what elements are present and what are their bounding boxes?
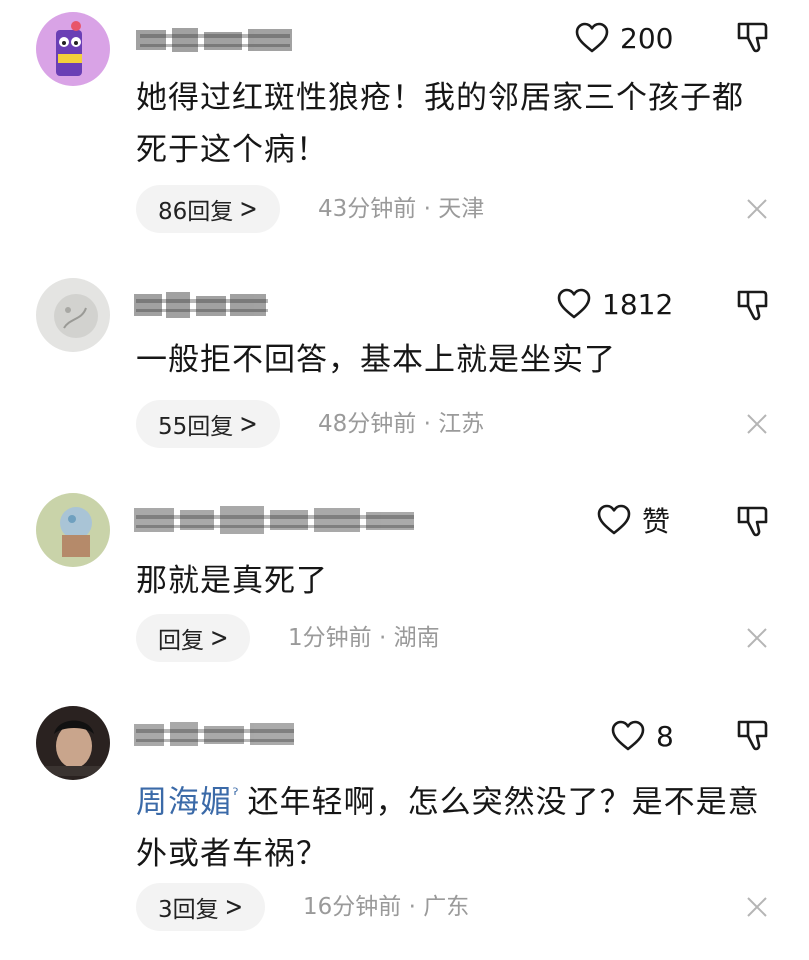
avatar[interactable] <box>36 12 110 86</box>
thumbs-down-outline-icon[interactable] <box>735 20 771 56</box>
like-button[interactable]: 8 <box>610 716 674 756</box>
heart-outline-icon <box>575 22 609 53</box>
comment-meta: 1分钟前 · 湖南 <box>288 614 440 662</box>
comment-location: 广东 <box>423 894 470 920</box>
username-blurred[interactable] <box>130 20 430 60</box>
mention-link[interactable]: 周海媚 <box>136 784 232 820</box>
like-count: 200 <box>620 21 674 55</box>
heart-outline-icon <box>611 720 645 751</box>
comment-meta: 48分钟前 · 江苏 <box>318 400 484 448</box>
like-count: 1812 <box>602 287 674 321</box>
location-pin-icon: ˀ <box>232 785 240 806</box>
replies-label: 3回复 <box>158 897 219 923</box>
heart-outline-icon <box>597 504 631 535</box>
meta-separator: · <box>423 411 431 437</box>
comment-text: 一般拒不回答，基本上就是坐实了 <box>136 342 616 378</box>
like-count: 8 <box>656 719 674 753</box>
replies-label: 86回复 <box>158 199 234 225</box>
meta-separator: · <box>408 894 416 920</box>
close-icon[interactable] <box>744 196 770 222</box>
avatar[interactable] <box>36 493 110 567</box>
thumbs-down-outline-icon[interactable] <box>735 504 771 540</box>
comment-text: 她得过红斑性狼疮！我的邻居家三个孩子都死于这个病！ <box>136 80 744 168</box>
comment-meta: 16分钟前 · 广东 <box>303 883 469 931</box>
replies-button[interactable]: 86回复 > <box>136 185 280 233</box>
username-blurred[interactable] <box>130 714 430 754</box>
like-count: 赞 <box>642 505 671 538</box>
replies-label: 55回复 <box>158 414 234 440</box>
thumbs-down-outline-icon[interactable] <box>735 718 771 754</box>
like-button[interactable]: 200 <box>574 18 673 58</box>
chevron-right-icon: > <box>239 194 258 224</box>
avatar[interactable] <box>36 278 110 352</box>
chevron-right-icon: > <box>210 623 229 653</box>
comment-text: 那就是真死了 <box>136 563 328 599</box>
comment-time: 43分钟前 <box>318 196 417 222</box>
comment-location: 湖南 <box>393 625 440 651</box>
thumbs-down-outline-icon[interactable] <box>735 288 771 324</box>
replies-button[interactable]: 3回复 > <box>136 883 266 931</box>
avatar[interactable] <box>36 706 110 780</box>
like-button[interactable]: 1812 <box>556 284 673 324</box>
comment-location: 江苏 <box>438 411 485 437</box>
comment-time: 1分钟前 <box>288 625 372 651</box>
comment-meta: 43分钟前 · 天津 <box>318 185 484 233</box>
meta-separator: · <box>378 625 387 651</box>
like-button[interactable]: 赞 <box>596 500 670 540</box>
close-icon[interactable] <box>744 894 770 920</box>
heart-outline-icon <box>557 288 591 319</box>
replies-button[interactable]: 55回复 > <box>136 400 280 448</box>
username-blurred[interactable] <box>130 500 430 540</box>
comment-text: 周海媚ˀ 还年轻啊，怎么突然没了？是不是意外或者车祸？ <box>136 770 766 880</box>
username-blurred[interactable] <box>130 284 430 324</box>
replies-label: 回复 <box>158 628 204 654</box>
close-icon[interactable] <box>744 411 770 437</box>
replies-button[interactable]: 回复 > <box>136 614 251 662</box>
meta-separator: · <box>423 196 431 222</box>
chevron-right-icon: > <box>239 409 258 439</box>
comment-time: 16分钟前 <box>303 894 402 920</box>
chevron-right-icon: > <box>224 892 244 922</box>
close-icon[interactable] <box>744 625 770 651</box>
comment-location: 天津 <box>438 196 485 222</box>
comment-time: 48分钟前 <box>318 411 417 437</box>
